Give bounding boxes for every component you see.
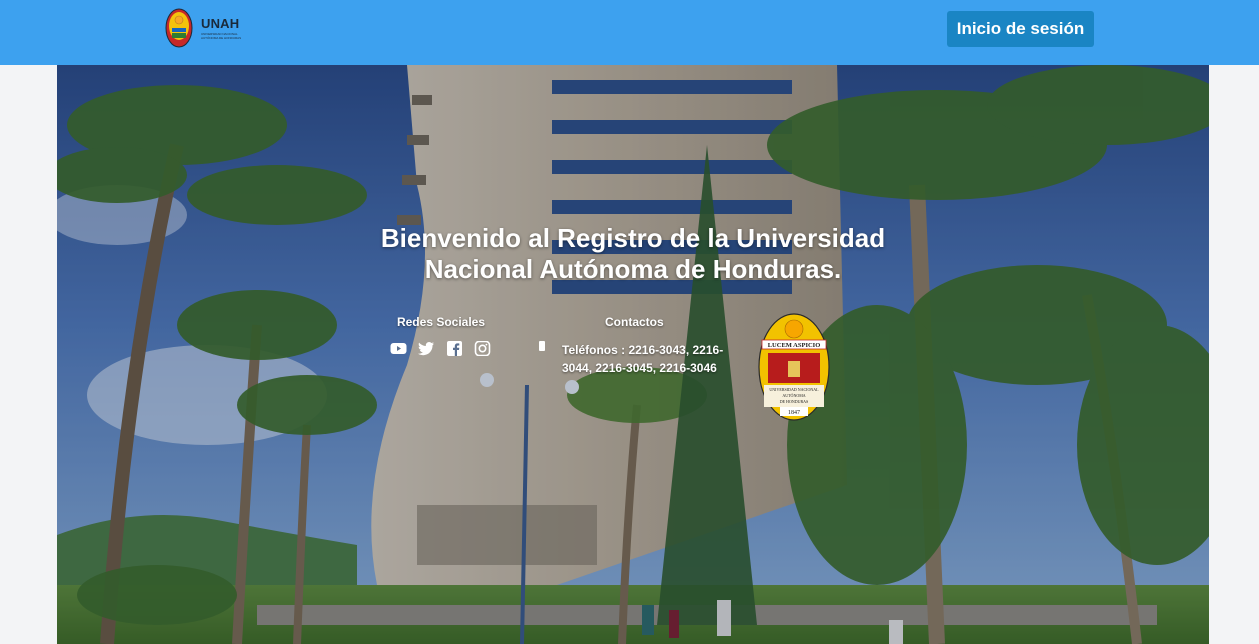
phone-icon xyxy=(539,341,545,351)
unah-crest-icon xyxy=(165,8,193,48)
login-button[interactable]: Inicio de sesión xyxy=(947,11,1094,47)
contacts-heading: Contactos xyxy=(605,315,664,329)
seal-line-1: UNIVERSIDAD NACIONAL xyxy=(769,387,819,392)
instagram-icon[interactable] xyxy=(474,341,491,356)
phone-numbers: Teléfonos : 2216-3043, 2216-3044, 2216-3… xyxy=(562,343,724,375)
youtube-icon[interactable] xyxy=(390,341,407,356)
seal-year: 1847 xyxy=(788,410,800,416)
twitter-icon[interactable] xyxy=(418,341,435,356)
seal-motto: LUCEM ASPICIO xyxy=(768,342,821,349)
welcome-title-line-1: Bienvenido al Registro de la Universidad xyxy=(380,223,886,253)
unah-seal-icon: LUCEM ASPICIO UNIVERSIDAD NACIONAL AUTÓN… xyxy=(758,313,830,421)
seal-line-2: AUTÓNOMA xyxy=(782,393,805,398)
social-heading: Redes Sociales xyxy=(396,315,486,329)
brand[interactable]: UNAH UNIVERSIDAD NACIONAL AUTÓNOMA DE HO… xyxy=(165,8,243,48)
welcome-title-line-2: Nacional Autónoma de Honduras. xyxy=(424,254,842,284)
brand-subtitle: UNIVERSIDAD NACIONAL AUTÓNOMA DE HONDURA… xyxy=(201,32,242,40)
hero-section: Bienvenido al Registro de la Universidad… xyxy=(57,65,1209,644)
brand-name: UNAH xyxy=(201,16,240,31)
social-links xyxy=(390,341,491,356)
seal-line-3: DE HONDURAS xyxy=(780,399,809,404)
facebook-icon[interactable] xyxy=(446,341,463,356)
top-navbar: UNAH UNIVERSIDAD NACIONAL AUTÓNOMA DE HO… xyxy=(0,0,1259,65)
welcome-title: Bienvenido al Registro de la Universidad… xyxy=(57,223,1209,285)
